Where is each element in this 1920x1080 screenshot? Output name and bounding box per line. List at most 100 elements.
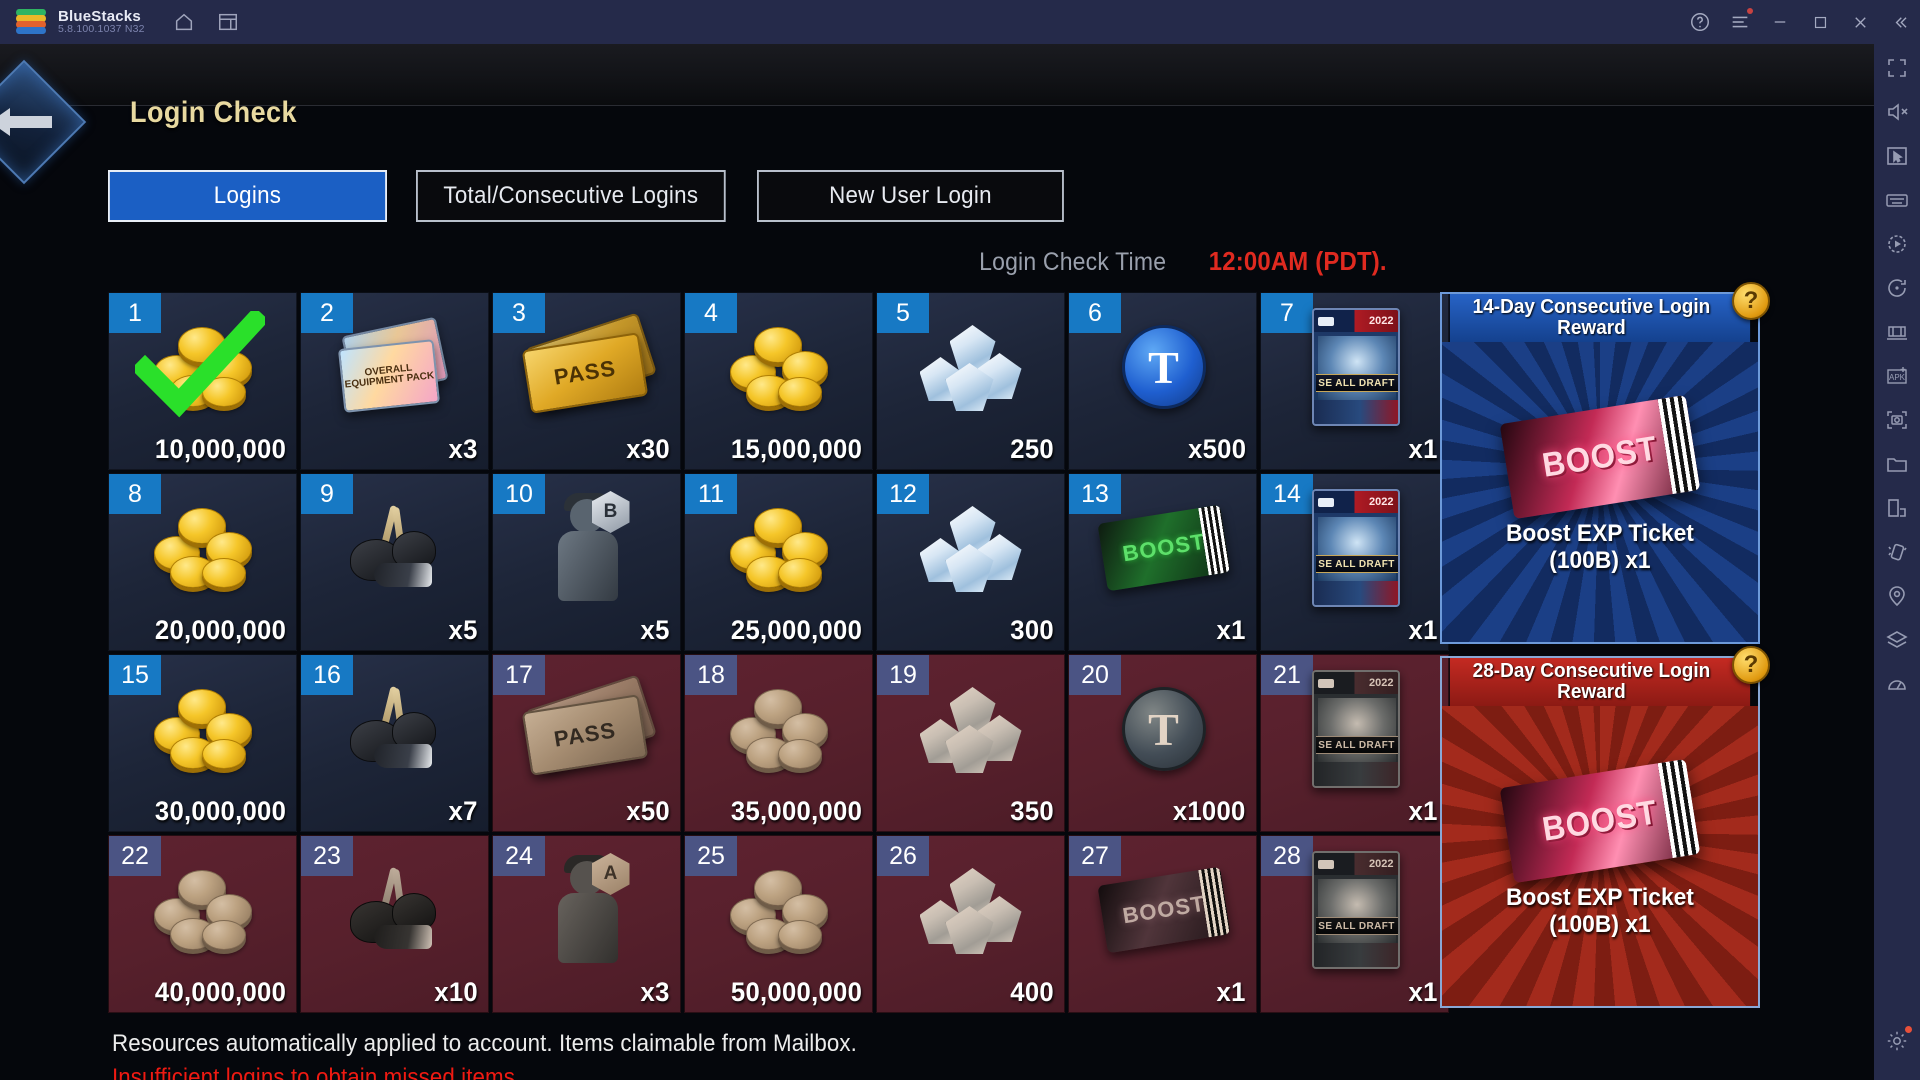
home-icon[interactable] — [173, 11, 195, 33]
reward-artwork: BOOST — [1069, 482, 1256, 614]
reward-amount: 50,000,000 — [730, 977, 862, 1007]
close-icon[interactable] — [1840, 0, 1880, 44]
gems-icon — [916, 864, 1028, 956]
reward-tile-day-21[interactable]: 21 2022 SE ALL DRAFT x1 — [1260, 654, 1449, 832]
reward-tile-day-15[interactable]: 15 30,000,000 — [108, 654, 297, 832]
pass-ticket-icon: PASS — [521, 312, 657, 414]
reward-artwork: 2022 SE ALL DRAFT — [1261, 482, 1448, 614]
emulator-sidebar: APK — [1874, 44, 1920, 1080]
minimize-icon[interactable] — [1760, 0, 1800, 44]
reward-tile-day-18[interactable]: 18 35,000,000 — [684, 654, 873, 832]
coins-icon — [724, 683, 836, 775]
reward-artwork — [877, 844, 1064, 976]
tab-logins[interactable]: Logins — [108, 170, 387, 222]
gems-icon — [916, 683, 1028, 775]
reward-amount: x1 — [1408, 977, 1438, 1007]
reward-tile-day-5[interactable]: 5 250 — [876, 292, 1065, 470]
reward-tile-day-23[interactable]: 23 x10 — [300, 835, 489, 1013]
gems-icon — [916, 502, 1028, 594]
reward-artwork — [685, 844, 872, 976]
multi-instance-sync-icon[interactable] — [1885, 320, 1909, 344]
reward-artwork — [301, 663, 488, 795]
reward-tile-day-22[interactable]: 22 40,000,000 — [108, 835, 297, 1013]
reward-amount: x1000 — [1173, 796, 1246, 826]
screenshot-icon[interactable] — [1885, 408, 1909, 432]
reward-tile-day-25[interactable]: 25 50,000,000 — [684, 835, 873, 1013]
reward-tile-day-10[interactable]: 10 Bx5 — [492, 473, 681, 651]
cursor-icon[interactable] — [1885, 144, 1909, 168]
reward-artwork — [301, 844, 488, 976]
copy-to-pc-icon[interactable] — [1885, 496, 1909, 520]
reward-tile-day-2[interactable]: 2 OVERALL EQUIPMENT PACK x3 — [300, 292, 489, 470]
reward-panel-body: BOOST Boost EXP Ticket (100B) x1 — [1442, 706, 1758, 1006]
mute-icon[interactable] — [1885, 100, 1909, 124]
reward-tile-day-3[interactable]: 3 PASS x30 — [492, 292, 681, 470]
reward-tile-day-19[interactable]: 19 350 — [876, 654, 1065, 832]
reward-tile-day-6[interactable]: 6 Tx500 — [1068, 292, 1257, 470]
rotate-icon[interactable] — [1885, 276, 1909, 300]
help-icon[interactable]: ? — [1732, 282, 1770, 320]
reward-tile-day-16[interactable]: 16 x7 — [300, 654, 489, 832]
help-icon[interactable] — [1680, 0, 1720, 44]
multi-instance-icon[interactable] — [217, 11, 239, 33]
emulator-brand: BlueStacks 5.8.100.1037 N32 — [58, 7, 145, 36]
reward-amount: 250 — [1010, 434, 1054, 464]
menu-icon[interactable] — [1720, 0, 1760, 44]
reward-amount: x500 — [1187, 434, 1246, 464]
reward-tile-day-4[interactable]: 4 15,000,000 — [684, 292, 873, 470]
tab-total-consecutive-logins[interactable]: Total/Consecutive Logins — [416, 170, 726, 222]
reward-artwork — [109, 663, 296, 795]
reward-amount: x3 — [448, 434, 478, 464]
maximize-icon[interactable] — [1800, 0, 1840, 44]
macro-icon[interactable] — [1885, 232, 1909, 256]
boost-exp-ticket-icon: BOOST — [1499, 395, 1701, 520]
reward-tile-day-17[interactable]: 17 PASS x50 — [492, 654, 681, 832]
shake-icon[interactable] — [1885, 540, 1909, 564]
footer-info-text: Resources automatically applied to accou… — [112, 1030, 857, 1057]
reward-tile-day-24[interactable]: 24 Ax3 — [492, 835, 681, 1013]
reward-tile-day-14[interactable]: 14 2022 SE ALL DRAFT x1 — [1260, 473, 1449, 651]
reward-panel-caption: Boost EXP Ticket (100B) x1 — [1506, 884, 1694, 938]
back-button[interactable] — [0, 59, 90, 185]
location-icon[interactable] — [1885, 584, 1909, 608]
reward-tile-day-9[interactable]: 9 x5 — [300, 473, 489, 651]
reward-amount: x1 — [1216, 615, 1246, 645]
consecutive-reward-panels: ? 14-Day Consecutive Login Reward BOOST B… — [1440, 282, 1770, 1020]
fullscreen-icon[interactable] — [1885, 56, 1909, 80]
reward-amount: x30 — [626, 434, 670, 464]
reward-artwork — [109, 482, 296, 614]
coins-icon — [724, 502, 836, 594]
reward-artwork — [685, 301, 872, 433]
reward-tile-day-13[interactable]: 13 BOOST x1 — [1068, 473, 1257, 651]
tab-new-user-login[interactable]: New User Login — [757, 170, 1064, 222]
keyboard-icon[interactable] — [1885, 188, 1909, 212]
reward-amount: x10 — [434, 977, 478, 1007]
reward-artwork: PASS — [493, 663, 680, 795]
reward-tile-day-11[interactable]: 11 25,000,000 — [684, 473, 873, 651]
media-folder-icon[interactable] — [1885, 452, 1909, 476]
emulator-name: BlueStacks — [58, 7, 141, 25]
reward-tile-day-26[interactable]: 26 400 — [876, 835, 1065, 1013]
reward-panel-body: BOOST Boost EXP Ticket (100B) x1 — [1442, 342, 1758, 642]
reward-artwork — [685, 482, 872, 614]
gear-icon — [340, 866, 452, 953]
consecutive-reward-panel-2[interactable]: ? 28-Day Consecutive Login Reward BOOST B… — [1440, 646, 1770, 1008]
reward-tile-day-7[interactable]: 7 2022 SE ALL DRAFT x1 — [1260, 292, 1449, 470]
reward-tile-day-12[interactable]: 12 300 — [876, 473, 1065, 651]
collapse-sidebar-icon[interactable] — [1880, 0, 1920, 44]
performance-icon[interactable] — [1885, 672, 1909, 696]
consecutive-reward-panel-1[interactable]: ? 14-Day Consecutive Login Reward BOOST B… — [1440, 282, 1770, 644]
reward-panel-title: 28-Day Consecutive Login Reward — [1449, 658, 1751, 706]
reward-tile-day-1[interactable]: 1 10,000,000 — [108, 292, 297, 470]
reward-tile-day-8[interactable]: 8 20,000,000 — [108, 473, 297, 651]
reward-tile-day-27[interactable]: 27 BOOST x1 — [1068, 835, 1257, 1013]
reward-amount: x5 — [640, 615, 670, 645]
reward-tile-day-28[interactable]: 28 2022 SE ALL DRAFT x1 — [1260, 835, 1449, 1013]
help-icon[interactable]: ? — [1732, 646, 1770, 684]
reward-tile-day-20[interactable]: 20 Tx1000 — [1068, 654, 1257, 832]
reward-amount: x5 — [448, 615, 478, 645]
draft-card-pack-icon: 2022 SE ALL DRAFT — [1311, 851, 1400, 969]
draft-card-pack-icon: 2022 SE ALL DRAFT — [1311, 670, 1400, 788]
layers-icon[interactable] — [1885, 628, 1909, 652]
install-apk-icon[interactable]: APK — [1885, 364, 1909, 388]
